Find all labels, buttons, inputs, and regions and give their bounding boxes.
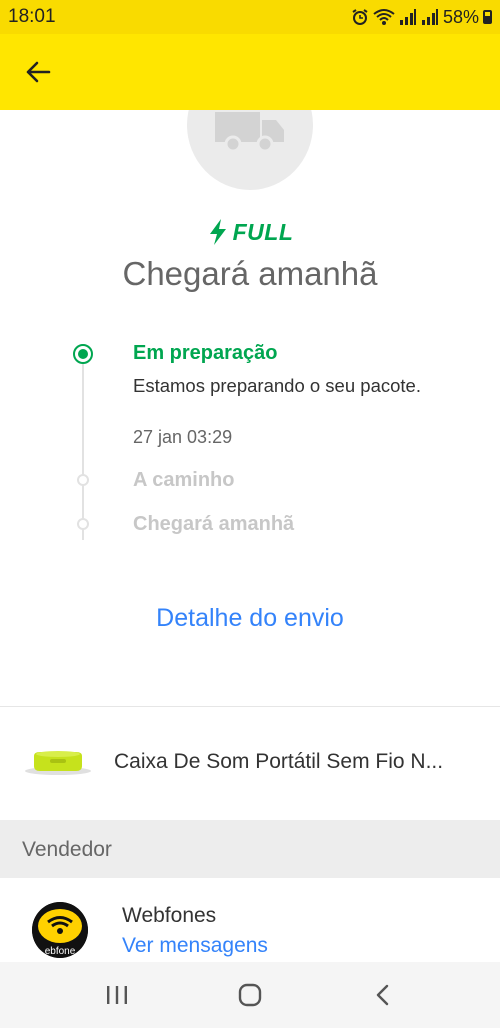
product-title: Caixa De Som Portátil Sem Fio N... bbox=[114, 750, 444, 773]
system-back-button[interactable] bbox=[353, 970, 413, 1020]
system-nav-bar bbox=[0, 962, 500, 1028]
timeline-step-label: Chegará amanhã bbox=[133, 513, 295, 535]
product-row[interactable]: Caixa De Som Portátil Sem Fio N... bbox=[0, 708, 500, 820]
signal-icon bbox=[399, 9, 416, 25]
alarm-icon bbox=[352, 9, 368, 25]
battery-percentage: 58% bbox=[442, 6, 479, 27]
status-icons: 58% bbox=[351, 7, 492, 28]
timeline-step-description: Estamos preparando o seu pacote. bbox=[133, 375, 421, 396]
home-button[interactable] bbox=[220, 970, 280, 1020]
full-label: FULL bbox=[232, 218, 294, 245]
battery-icon bbox=[483, 10, 492, 24]
shipment-detail-link[interactable]: Detalhe do envio bbox=[0, 604, 500, 633]
recent-apps-button[interactable] bbox=[87, 970, 147, 1020]
timeline-step-label: A caminho bbox=[133, 469, 235, 491]
signal-icon bbox=[421, 9, 438, 25]
seller-row: ebfone Webfones Ver mensagens bbox=[0, 878, 500, 962]
seller-name: Webfones bbox=[122, 904, 217, 927]
arrow-left-icon bbox=[26, 61, 51, 83]
seller-section-header: Vendedor bbox=[0, 820, 500, 878]
seller-avatar: ebfone bbox=[32, 902, 88, 958]
svg-text:ebfone: ebfone bbox=[45, 946, 76, 957]
back-button[interactable] bbox=[18, 54, 58, 90]
timeline-step-label: Em preparação bbox=[133, 342, 278, 364]
recent-apps-icon bbox=[106, 986, 127, 1004]
timeline-dot bbox=[77, 518, 89, 530]
home-icon bbox=[238, 983, 262, 1007]
status-time: 18:01 bbox=[8, 6, 56, 27]
seller-section-title: Vendedor bbox=[22, 838, 112, 861]
back-icon bbox=[377, 984, 389, 1006]
timeline-step-date: 27 jan 03:29 bbox=[133, 427, 233, 447]
seller-logo: ebfone bbox=[32, 902, 88, 958]
divider bbox=[0, 706, 500, 707]
timeline-dot-active bbox=[73, 344, 93, 364]
timeline-dot bbox=[77, 474, 89, 486]
status-bar: 18:01 58% bbox=[0, 0, 500, 34]
delivery-title: Chegará amanhã bbox=[122, 255, 378, 292]
wifi-icon bbox=[373, 9, 395, 25]
product-thumbnail bbox=[25, 751, 91, 775]
timeline-line bbox=[82, 356, 84, 540]
view-messages-link[interactable]: Ver mensagens bbox=[122, 934, 268, 958]
lightning-icon bbox=[209, 219, 226, 245]
full-badge: FULL bbox=[0, 218, 500, 246]
